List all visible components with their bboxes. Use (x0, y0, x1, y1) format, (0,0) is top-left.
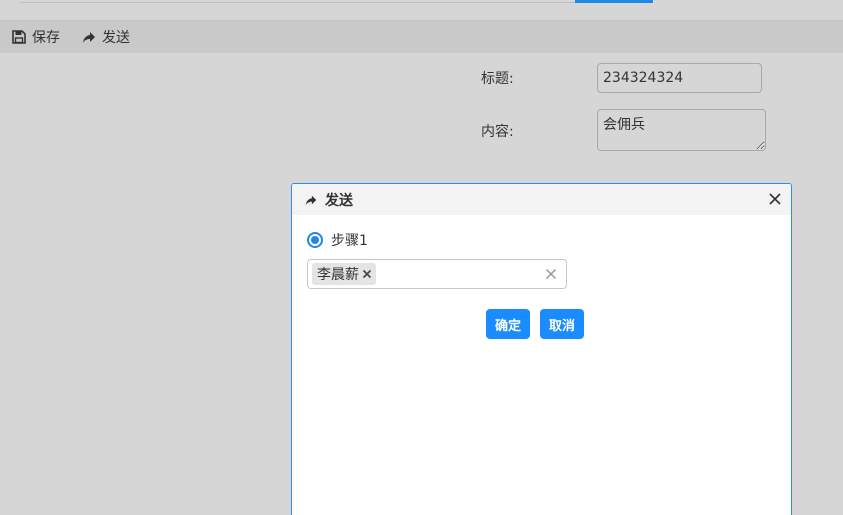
dialog-header: 发送 (292, 184, 791, 215)
cancel-button[interactable]: 取消 (540, 309, 585, 339)
share-arrow-icon (81, 29, 97, 45)
content-label: 内容: (481, 124, 514, 140)
selected-user-name: 李晨薪 (317, 267, 359, 283)
confirm-button[interactable]: 确定 (486, 309, 531, 339)
tab-divider (20, 2, 575, 3)
content-textarea[interactable]: 会佣兵 (597, 109, 766, 151)
tag-remove-icon[interactable] (362, 269, 372, 279)
clear-icon[interactable] (545, 268, 557, 280)
step-radio-option[interactable]: 步骤1 (307, 230, 368, 250)
title-input[interactable] (597, 63, 762, 93)
toolbar: 保存 发送 (0, 21, 843, 53)
step-label: 步骤1 (331, 233, 368, 249)
title-label: 标题: (481, 71, 514, 87)
send-button-label: 发送 (102, 30, 130, 46)
save-button[interactable]: 保存 (0, 21, 70, 53)
floppy-disk-icon (11, 29, 27, 45)
send-button[interactable]: 发送 (70, 21, 140, 53)
save-button-label: 保存 (32, 30, 60, 46)
active-tab-indicator[interactable] (575, 0, 653, 3)
send-dialog: 发送 步骤1 李晨薪 确定 取消 (291, 183, 792, 515)
close-icon[interactable] (767, 191, 783, 207)
radio-button[interactable] (307, 232, 323, 248)
tab-strip (0, 0, 843, 21)
user-select[interactable]: 李晨薪 (307, 259, 567, 289)
dialog-title: 发送 (325, 192, 353, 209)
selected-user-tag: 李晨薪 (312, 263, 376, 285)
share-arrow-icon (304, 193, 318, 207)
